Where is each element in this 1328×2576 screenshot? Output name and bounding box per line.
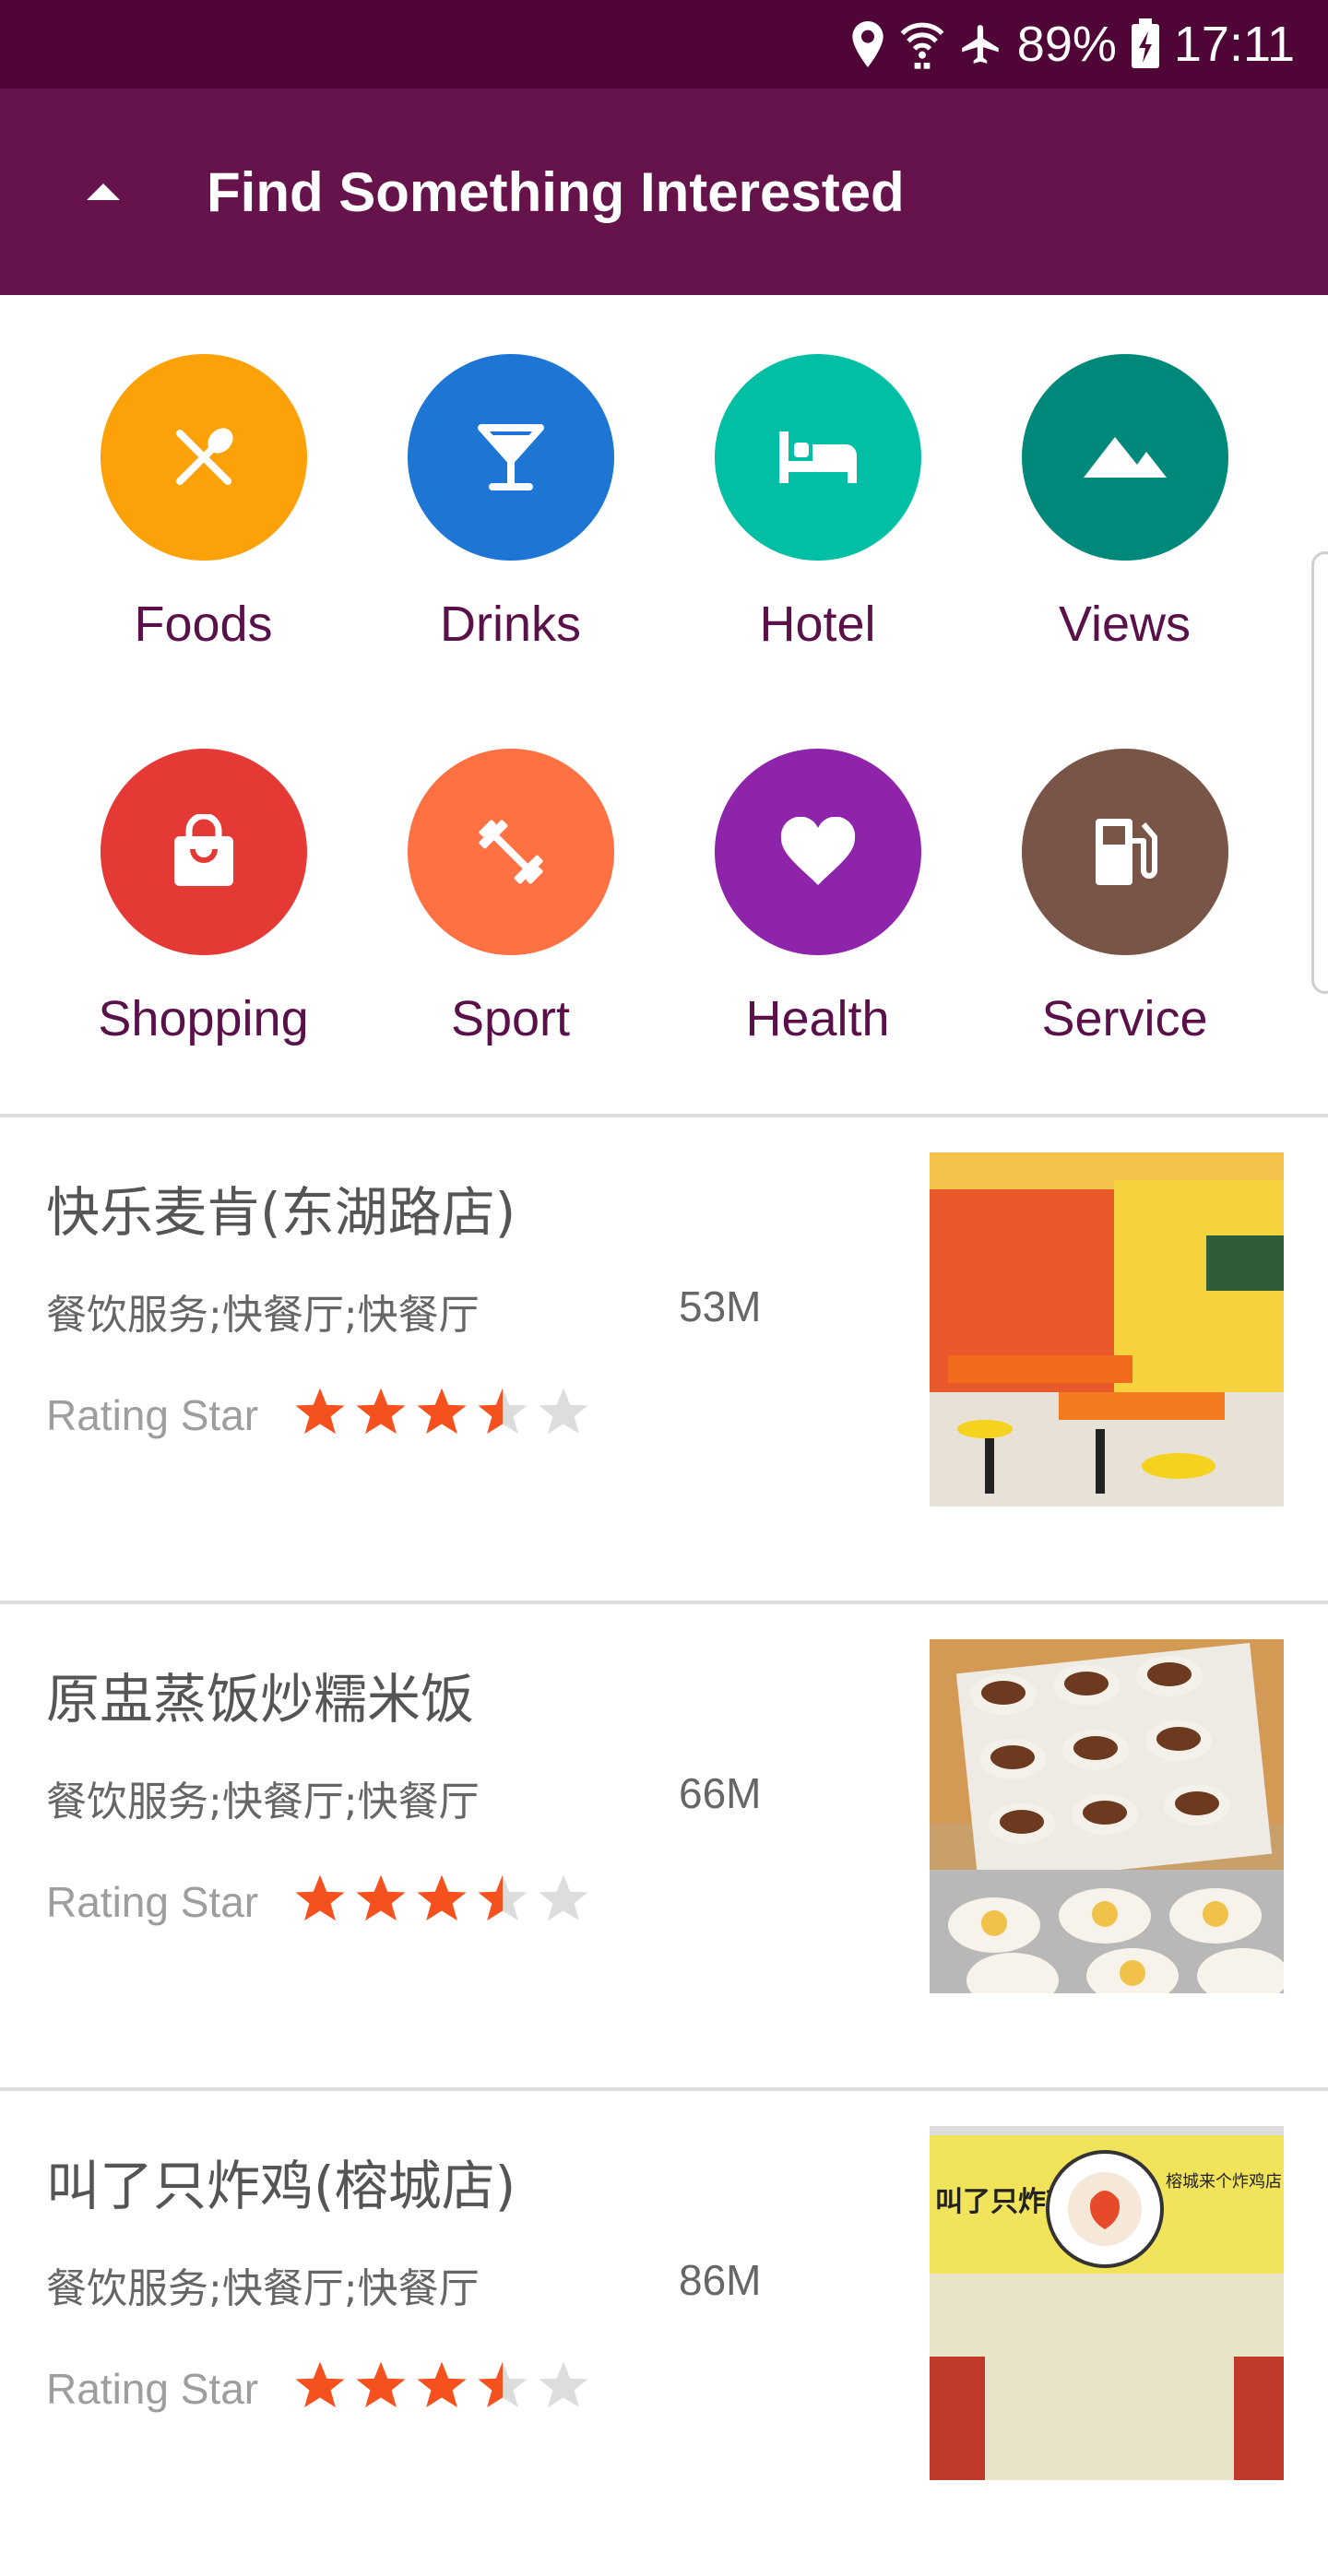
shopping-circle xyxy=(100,749,307,955)
category-label: Foods xyxy=(134,597,273,652)
star-icon xyxy=(539,1874,588,1921)
star-icon xyxy=(478,2361,528,2408)
shopping-bag-icon xyxy=(173,814,233,886)
drinks-circle xyxy=(407,354,614,561)
category-label: Views xyxy=(1058,597,1192,652)
star-icon xyxy=(295,1874,345,1921)
category-sport[interactable]: Sport xyxy=(357,749,664,1047)
sport-circle xyxy=(407,749,614,955)
scroll-edge-handle[interactable] xyxy=(1311,551,1328,994)
service-circle xyxy=(1021,749,1228,955)
heart-icon xyxy=(780,817,855,885)
category-views[interactable]: Views xyxy=(971,354,1278,653)
status-bar: 89% 17:11 xyxy=(0,0,1328,89)
gas-station-icon xyxy=(1095,819,1157,885)
mountain-icon xyxy=(1083,437,1167,478)
fork-spoon-icon xyxy=(175,428,233,485)
arrow-up-icon xyxy=(87,183,120,200)
star-icon xyxy=(478,1388,528,1435)
list-item[interactable]: 原盅蒸饭炒糯米饭 餐饮服务;快餐厅;快餐厅 66M Rating Star xyxy=(0,1604,1328,2089)
rating-label: Rating Star xyxy=(46,2365,259,2413)
star-icon xyxy=(295,2361,345,2408)
place-distance: 86M xyxy=(679,2256,762,2304)
star-icon xyxy=(356,1388,406,1435)
place-name: 原盅蒸饭炒糯米饭 xyxy=(46,1668,475,1731)
bed-icon xyxy=(778,431,857,483)
location-icon xyxy=(852,21,883,67)
star-icon xyxy=(417,2361,467,2408)
category-drinks[interactable]: Drinks xyxy=(357,354,664,653)
place-thumbnail xyxy=(930,1152,1284,1507)
views-circle xyxy=(1021,354,1228,561)
collapse-button[interactable] xyxy=(0,89,207,295)
category-hotel[interactable]: Hotel xyxy=(664,354,971,653)
star-icon xyxy=(417,1388,467,1435)
category-label: Sport xyxy=(450,991,571,1046)
category-label: Service xyxy=(1041,991,1208,1046)
category-health[interactable]: Health xyxy=(664,749,971,1047)
category-shopping[interactable]: Shopping xyxy=(50,749,357,1047)
rating-stars xyxy=(293,1385,590,1438)
clock: 17:11 xyxy=(1173,17,1295,72)
cocktail-icon xyxy=(477,424,544,490)
star-icon xyxy=(539,1388,588,1435)
battery-charging-icon xyxy=(1131,18,1159,68)
place-thumbnail: 叫了只炸鸡 榕城来个炸鸡店 xyxy=(930,2126,1284,2480)
star-icon xyxy=(356,2361,406,2408)
category-label: Shopping xyxy=(98,991,309,1046)
battery-percent: 89% xyxy=(1016,17,1117,72)
dumbbell-icon xyxy=(478,820,543,884)
category-foods[interactable]: Foods xyxy=(50,354,357,653)
list-item[interactable]: 快乐麦肯(东湖路店) 餐饮服务;快餐厅;快餐厅 53M Rating Star xyxy=(0,1117,1328,1602)
wifi-icon xyxy=(900,22,944,69)
foods-circle xyxy=(100,354,307,561)
rating-label: Rating Star xyxy=(46,1878,259,1926)
list-item[interactable]: 叫了只炸鸡(榕城店) 餐饮服务;快餐厅;快餐厅 86M Rating Star … xyxy=(0,2091,1328,2576)
category-label: Health xyxy=(745,991,890,1046)
rating-stars xyxy=(293,2358,590,2412)
category-grid: Foods Drinks Hotel Views Shopping Sport … xyxy=(0,295,1328,1116)
hotel-circle xyxy=(714,354,921,561)
rating-label: Rating Star xyxy=(46,1391,259,1439)
rating-stars xyxy=(293,1872,590,1925)
place-name: 快乐麦肯(东湖路店) xyxy=(46,1181,516,1244)
place-distance: 53M xyxy=(679,1282,762,1330)
star-icon xyxy=(478,1874,528,1921)
category-label: Hotel xyxy=(759,597,876,652)
star-icon xyxy=(295,1388,345,1435)
category-service[interactable]: Service xyxy=(971,749,1278,1047)
place-thumbnail xyxy=(930,1639,1284,1993)
place-category: 餐饮服务;快餐厅;快餐厅 xyxy=(46,1778,480,1826)
star-icon xyxy=(356,1874,406,1921)
place-distance: 66M xyxy=(679,1769,762,1817)
place-category: 餐饮服务;快餐厅;快餐厅 xyxy=(46,1292,480,1339)
star-icon xyxy=(539,2361,588,2408)
star-icon xyxy=(417,1874,467,1921)
health-circle xyxy=(714,749,921,955)
app-bar: Find Something Interested xyxy=(0,89,1328,295)
place-category: 餐饮服务;快餐厅;快餐厅 xyxy=(46,2265,480,2312)
place-name: 叫了只炸鸡(榕城店) xyxy=(46,2155,516,2217)
shop-sign-right-text: 榕城来个炸鸡店 xyxy=(1166,2172,1282,2192)
airplane-mode-icon xyxy=(961,25,999,64)
category-label: Drinks xyxy=(439,597,581,652)
page-title: Find Something Interested xyxy=(207,160,905,223)
